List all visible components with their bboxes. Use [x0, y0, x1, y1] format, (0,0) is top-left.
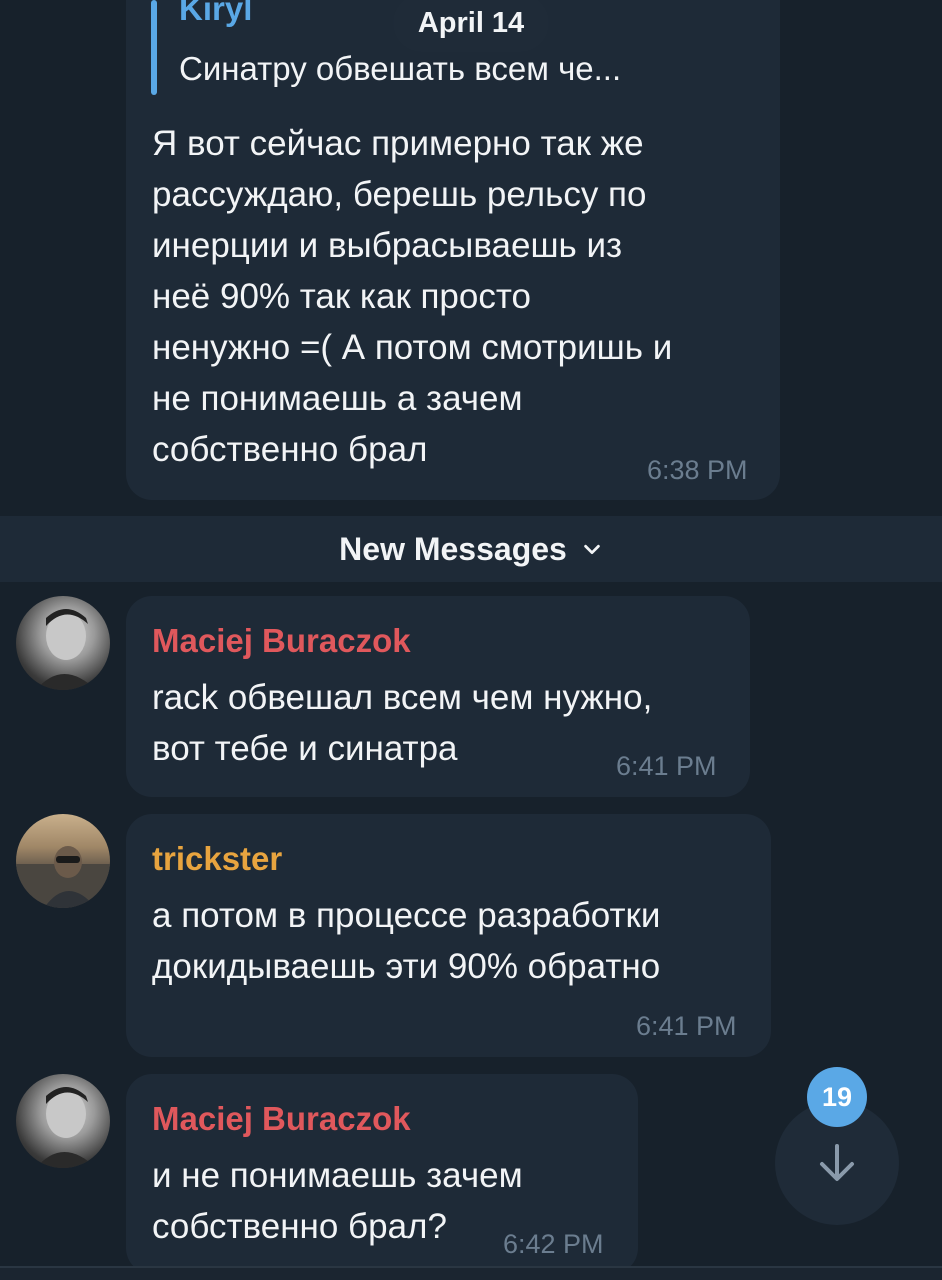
message-time: 6:42 PM	[503, 1229, 604, 1259]
message-text: Я вот сейчас примерно так же рассуждаю, …	[152, 124, 673, 469]
composer-edge	[0, 1266, 942, 1280]
avatar-photo-icon	[36, 609, 96, 690]
message-text: а потом в процессе разработки докидываеш…	[152, 896, 661, 986]
avatar[interactable]	[16, 814, 110, 908]
avatar-photo-icon	[36, 1087, 96, 1168]
sender-name[interactable]: Maciej Buraczok	[152, 622, 411, 660]
arrow-down-icon	[820, 1144, 854, 1181]
new-messages-label: New Messages	[339, 530, 567, 567]
avatar-photo-icon	[16, 846, 110, 908]
avatar[interactable]	[16, 1074, 110, 1168]
reply-accent-bar	[151, 0, 157, 95]
reply-text: Синатру обвешать всем че...	[179, 50, 622, 87]
reply-author: Kiryl	[179, 0, 253, 27]
new-messages-divider[interactable]: New Messages	[0, 516, 942, 582]
chevron-down-icon	[584, 544, 600, 555]
avatar[interactable]	[16, 596, 110, 690]
sender-name[interactable]: trickster	[152, 840, 282, 878]
message-time: 6:41 PM	[636, 1011, 737, 1041]
message-time: 6:38 PM	[647, 455, 748, 485]
unread-count-badge: 19	[807, 1067, 867, 1127]
sender-name[interactable]: Maciej Buraczok	[152, 1100, 411, 1138]
message-time: 6:41 PM	[616, 751, 717, 781]
date-pill: April 14	[393, 0, 549, 52]
